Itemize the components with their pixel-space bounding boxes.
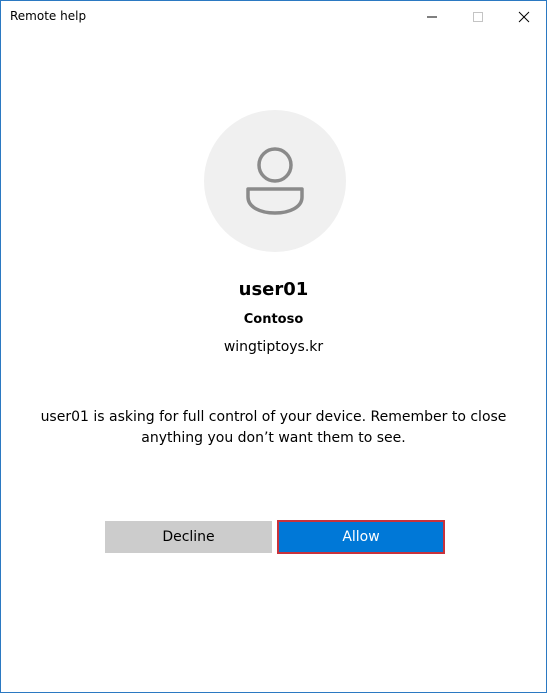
minimize-button[interactable]: [409, 1, 455, 32]
close-button[interactable]: [501, 1, 547, 32]
requester-name: user01: [238, 279, 309, 300]
person-icon: [246, 147, 304, 215]
decline-button[interactable]: Decline: [105, 521, 272, 553]
remote-help-window: Remote help user01 Contoso wingtiptoys.k…: [0, 0, 547, 693]
minimize-icon: [427, 16, 437, 17]
allow-button[interactable]: Allow: [277, 520, 445, 554]
requester-organization: Contoso: [243, 312, 304, 327]
title-bar[interactable]: Remote help: [1, 1, 546, 32]
maximize-icon: [473, 11, 483, 22]
request-message: user01 is asking for full control of you…: [40, 409, 507, 446]
requester-domain: wingtiptoys.kr: [223, 339, 324, 355]
window-title: Remote help: [10, 9, 87, 23]
avatar: [204, 110, 346, 252]
maximize-button[interactable]: [455, 1, 501, 32]
close-icon: [518, 11, 530, 22]
